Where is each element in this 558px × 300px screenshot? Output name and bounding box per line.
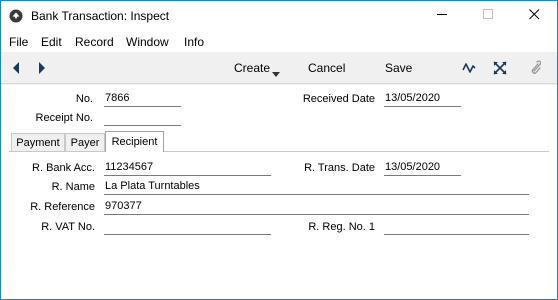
expand-icon[interactable]	[493, 61, 507, 78]
recipient-bank-acc-label: R. Bank Acc.	[32, 162, 95, 174]
prev-record-icon[interactable]	[11, 61, 21, 78]
recipient-vat-no-field[interactable]	[104, 219, 271, 235]
tab-payer[interactable]: Payer	[65, 133, 105, 152]
tab-payer-label: Payer	[70, 137, 100, 149]
toolbar: Create Cancel Save	[1, 52, 557, 84]
tab-divider	[9, 151, 549, 152]
menu-edit[interactable]: Edit	[41, 35, 62, 49]
minimize-icon	[436, 9, 448, 23]
cancel-button[interactable]: Cancel	[308, 61, 345, 75]
receipt-no-field[interactable]	[104, 110, 181, 126]
title-bar[interactable]: Bank Transaction: Inspect	[1, 1, 557, 32]
attachment-icon[interactable]	[529, 60, 542, 78]
recipient-trans-date-field[interactable]: 13/05/2020	[384, 160, 461, 176]
received-date-label: Received Date	[302, 93, 375, 105]
recipient-reference-field[interactable]: 970377	[104, 199, 529, 215]
tab-payment[interactable]: Payment	[11, 133, 65, 152]
recipient-name-field[interactable]: La Plata Turntables	[104, 179, 529, 195]
next-record-icon[interactable]	[37, 61, 47, 78]
save-button[interactable]: Save	[385, 61, 412, 75]
recipient-trans-date-label: R. Trans. Date	[304, 162, 375, 174]
menu-window[interactable]: Window	[126, 35, 169, 49]
dropdown-arrow-icon[interactable]	[272, 66, 280, 80]
recipient-name-label: R. Name	[51, 181, 95, 193]
received-date-field[interactable]: 13/05/2020	[384, 91, 461, 107]
tab-payment-label: Payment	[16, 137, 60, 149]
menu-bar: File Edit Record Window Info	[1, 32, 557, 52]
maximize-button[interactable]	[465, 1, 511, 31]
recipient-bank-acc-field[interactable]: 11234567	[104, 160, 271, 176]
tab-recipient[interactable]: Recipient	[105, 131, 164, 152]
menu-record[interactable]: Record	[75, 35, 114, 49]
recipient-vat-no-label: R. VAT No.	[41, 221, 95, 233]
form-area: No. 7866 Received Date 13/05/2020 Receip…	[1, 85, 557, 299]
app-icon	[9, 9, 23, 23]
receipt-no-label: Receipt No.	[35, 112, 93, 124]
maximize-icon	[482, 9, 494, 23]
recipient-reg-no-field[interactable]	[384, 219, 529, 235]
close-icon	[528, 9, 540, 23]
minimize-button[interactable]	[419, 1, 465, 31]
recipient-reg-no-label: R. Reg. No. 1	[308, 221, 375, 233]
no-label: No.	[75, 93, 93, 105]
menu-file[interactable]: File	[9, 35, 28, 49]
graph-icon[interactable]	[462, 62, 476, 77]
recipient-reference-label: R. Reference	[30, 201, 95, 213]
close-button[interactable]	[511, 1, 557, 31]
tab-recipient-label: Recipient	[111, 136, 158, 148]
window-title: Bank Transaction: Inspect	[31, 9, 170, 23]
create-button[interactable]: Create	[234, 61, 270, 75]
no-field[interactable]: 7866	[104, 91, 181, 107]
bank-transaction-window: Bank Transaction: Inspect File Edit Reco…	[0, 0, 558, 300]
menu-info[interactable]: Info	[184, 35, 204, 49]
